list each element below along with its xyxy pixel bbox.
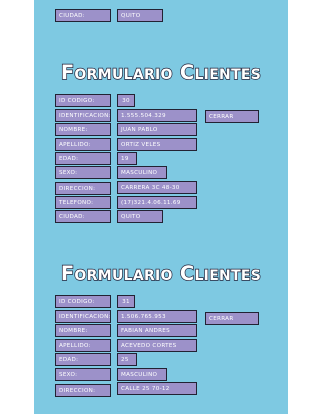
nombre-label: Nombre: (55, 123, 111, 136)
apellido-label: Apellido: (55, 339, 111, 352)
identificacion-label: Identificacion: (55, 310, 111, 323)
cerrar-button[interactable]: Cerrar (205, 110, 259, 123)
ciudad-field[interactable]: Quito (117, 210, 163, 223)
sexo-label: Sexo: (55, 166, 111, 179)
sexo-field[interactable]: Masculino (117, 166, 167, 179)
codigo-label: ID codigo: (55, 94, 111, 107)
ciudad-label: Ciudad: (55, 9, 111, 22)
edad-field[interactable]: 25 (117, 353, 137, 366)
direccion-field[interactable]: Carrera 3C 48-30 (117, 181, 197, 194)
edad-label: Edad: (55, 152, 111, 165)
edad-label: Edad: (55, 353, 111, 366)
ciudad-field[interactable]: Quito (117, 9, 163, 22)
nombre-field[interactable]: Juan Pablo (117, 123, 197, 136)
identificacion-label: Identificacion: (55, 109, 111, 122)
form-title: Formulario Clientes (60, 262, 262, 285)
codigo-field[interactable]: 31 (117, 295, 135, 308)
apellido-label: Apellido: (55, 138, 111, 151)
codigo-field[interactable]: 30 (117, 94, 135, 107)
sexo-field[interactable]: Masculino (117, 368, 167, 381)
sexo-label: Sexo: (55, 368, 111, 381)
direccion-label: Direccion: (55, 182, 111, 195)
nombre-field[interactable]: Fabian Andres (117, 324, 197, 337)
codigo-label: ID codigo: (55, 295, 111, 308)
nombre-label: Nombre: (55, 324, 111, 337)
form-title: Formulario Clientes (60, 61, 262, 84)
telefono-label: Telefono: (55, 196, 111, 209)
ciudad-label: Ciudad: (55, 210, 111, 223)
cerrar-button[interactable]: Cerrar (205, 312, 259, 325)
direccion-field[interactable]: Calle 25 70-12 (117, 382, 197, 395)
apellido-field[interactable]: Ortiz Veles (117, 138, 197, 151)
identificacion-field[interactable]: 1.555.504.329 (117, 109, 197, 122)
identificacion-field[interactable]: 1.506.765.953 (117, 310, 197, 323)
direccion-label: Direccion: (55, 384, 111, 397)
apellido-field[interactable]: Acevedo Cortes (117, 339, 197, 352)
form-panel: Ciudad: Quito Formulario Clientes ID cod… (34, 0, 288, 414)
edad-field[interactable]: 19 (117, 152, 137, 165)
telefono-field[interactable]: (17)321.4.06.11.69 (117, 196, 197, 209)
